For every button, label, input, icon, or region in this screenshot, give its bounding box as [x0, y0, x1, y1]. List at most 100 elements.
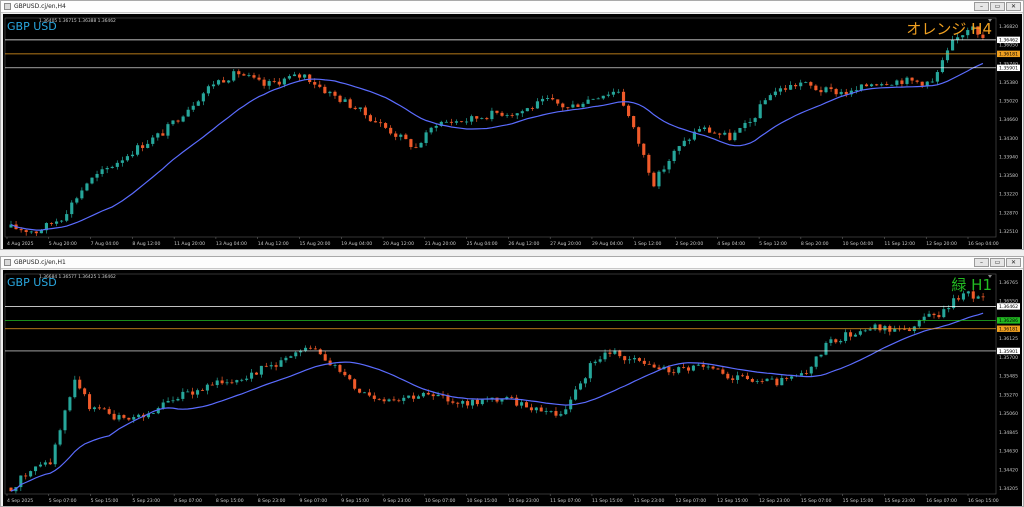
candle: [912, 325, 916, 334]
window-titlebar[interactable]: GBPUSD.cj/en,H4 – ▭ ✕: [1, 1, 1023, 13]
price-chart-h4[interactable]: 1.368201.360501.357401.353801.350201.346…: [3, 14, 1022, 249]
candle-body: [215, 380, 219, 386]
candle-body: [561, 103, 565, 108]
window-titlebar[interactable]: GBPUSD.cj/en,H1 – ▭ ✕: [1, 257, 1023, 269]
candle-body: [834, 89, 838, 95]
candle: [804, 81, 808, 84]
candle: [272, 77, 276, 84]
candle-body: [601, 95, 605, 99]
candle-body: [637, 127, 641, 144]
candle: [58, 428, 62, 447]
close-button[interactable]: ✕: [1006, 258, 1021, 267]
time-tick-label: 16 Sep 07:00: [926, 498, 957, 504]
chart-window-h4[interactable]: GBPUSD.cj/en,H4 – ▭ ✕ 1.36820 1.36050 1.35…: [0, 0, 1024, 250]
candle: [864, 83, 869, 87]
candle: [206, 84, 210, 97]
candle: [534, 406, 538, 414]
maximize-button[interactable]: ▭: [990, 2, 1005, 11]
candle-body: [274, 365, 278, 367]
candle: [384, 122, 388, 130]
candle-body: [412, 395, 416, 399]
candle: [429, 126, 433, 135]
candle: [510, 395, 514, 399]
candle: [686, 365, 691, 374]
candle: [900, 78, 904, 88]
candle-body: [942, 309, 946, 318]
candle-body: [343, 99, 347, 102]
candlestick-chart-h1[interactable]: 1.367651.365501.363401.361251.357001.354…: [3, 270, 1022, 506]
candle: [215, 377, 219, 388]
candle-body: [937, 315, 941, 318]
price-tick-label: 1.32870: [999, 210, 1018, 216]
candle: [723, 130, 727, 136]
chart-window-h1[interactable]: GBPUSD.cj/en,H1 – ▭ ✕ 1.36765 1.36550 1.36…: [0, 256, 1024, 507]
close-button[interactable]: ✕: [1006, 2, 1021, 11]
candle-body: [839, 340, 843, 343]
minimize-button[interactable]: –: [974, 2, 989, 11]
price-chart-h1[interactable]: 1.367651.365501.363401.361251.357001.354…: [3, 270, 1022, 506]
candle-body: [196, 390, 200, 395]
candle: [454, 119, 459, 125]
candle: [362, 391, 367, 394]
candle-body: [657, 367, 661, 370]
candlestick-chart-h4[interactable]: 1.368201.360501.357401.353801.350201.346…: [3, 14, 1022, 249]
candle-body: [505, 115, 509, 116]
candle: [294, 351, 298, 359]
candle-body: [333, 91, 337, 96]
minimize-button[interactable]: –: [974, 258, 989, 267]
candle: [419, 141, 423, 148]
candle-body: [520, 111, 524, 114]
candle-body: [775, 378, 779, 386]
candle-body: [696, 364, 700, 366]
candle: [127, 417, 131, 422]
candle-body: [353, 107, 357, 109]
candle: [780, 374, 784, 386]
candle: [166, 397, 170, 403]
candle: [642, 143, 646, 158]
candle-body: [804, 373, 808, 374]
candle-body: [78, 379, 82, 389]
candle-body: [137, 414, 141, 418]
candle-body: [161, 133, 165, 136]
candle-body: [981, 296, 985, 298]
candle: [470, 399, 475, 409]
candle-body: [459, 121, 464, 123]
candle-body: [24, 230, 28, 232]
candle-body: [642, 143, 646, 155]
candle-body: [372, 395, 376, 399]
timeframe-annotation: オレンジ H4: [906, 20, 992, 38]
candle-body: [708, 127, 712, 133]
candle-body: [485, 118, 489, 120]
candle: [910, 77, 914, 84]
candle-body: [43, 462, 47, 465]
candle-body: [500, 399, 504, 402]
candle-body: [389, 127, 393, 134]
candle-body: [284, 357, 288, 361]
candle-body: [603, 352, 607, 360]
time-tick-label: 14 Aug 12:00: [258, 241, 289, 247]
candle: [515, 113, 519, 120]
candle: [834, 338, 838, 344]
candle-body: [925, 81, 929, 86]
candle: [697, 126, 702, 133]
candle: [373, 117, 378, 123]
candle: [137, 413, 141, 418]
candle-body: [294, 352, 298, 357]
candle-body: [424, 132, 428, 143]
candle: [348, 374, 352, 381]
candle: [799, 370, 803, 376]
time-tick-label: 10 Sep 04:00: [843, 241, 874, 247]
maximize-button[interactable]: ▭: [990, 258, 1005, 267]
candle: [90, 177, 94, 185]
time-tick-label: 4 Sep 2025: [7, 498, 33, 504]
candle: [942, 305, 946, 319]
candle-body: [672, 150, 676, 161]
candle: [770, 376, 774, 380]
price-tick-label: 1.35060: [999, 411, 1018, 417]
candle-body: [868, 329, 872, 331]
candle-body: [783, 88, 788, 90]
candle: [745, 372, 749, 381]
candle: [65, 210, 69, 223]
candle: [853, 333, 857, 337]
candle: [372, 392, 376, 402]
